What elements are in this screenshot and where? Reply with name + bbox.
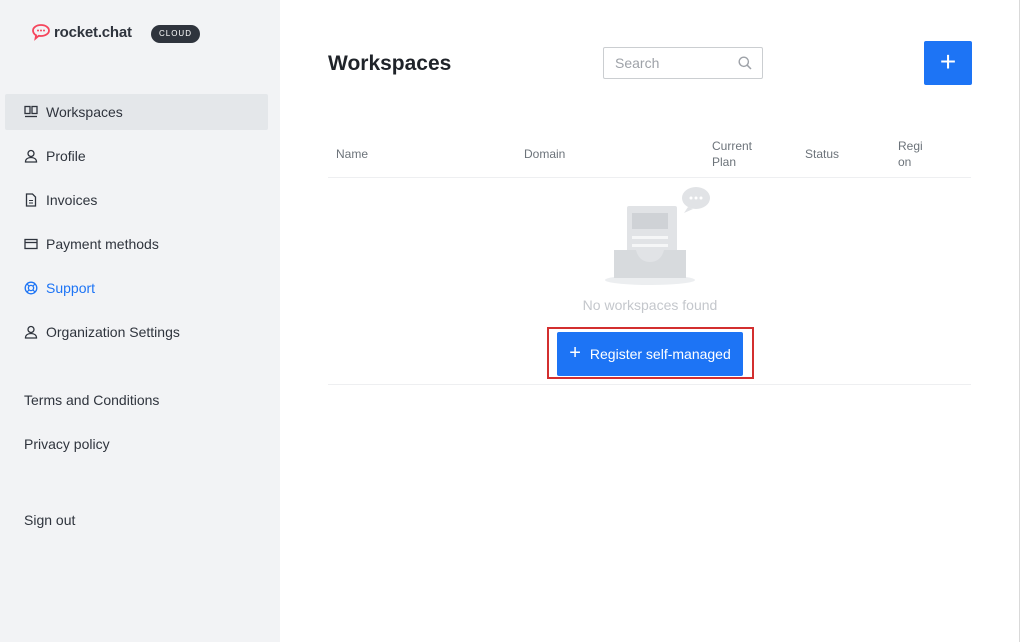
user-icon — [24, 149, 38, 163]
sidebar-item-label: Support — [46, 280, 96, 296]
register-button-label: Register self-managed — [589, 346, 731, 362]
sidebar-item-label: Invoices — [46, 192, 98, 208]
column-header-status[interactable]: Status — [805, 146, 839, 162]
column-header-current-plan[interactable]: Current Plan — [712, 138, 762, 170]
register-self-managed-button[interactable]: + Register self-managed — [557, 332, 743, 376]
empty-inbox-illustration — [605, 187, 710, 285]
sidebar-item-label: Workspaces — [46, 104, 123, 120]
credit-card-icon — [24, 237, 38, 251]
rocketchat-logo-icon — [32, 24, 50, 41]
sidebar-item-workspaces[interactable]: Workspaces — [5, 94, 268, 130]
column-header-name[interactable]: Name — [336, 146, 368, 162]
logo[interactable]: rocket.chat — [31, 22, 132, 42]
table-divider — [328, 384, 971, 385]
sidebar-item-profile[interactable]: Profile — [5, 138, 268, 174]
logo-text: rocket.chat — [54, 23, 132, 41]
sidebar: rocket.chat CLOUD Workspaces Profile Inv… — [0, 0, 280, 642]
empty-state-text: No workspaces found — [582, 297, 718, 313]
user-icon — [24, 325, 38, 339]
column-header-region[interactable]: Region — [898, 138, 926, 170]
sidebar-item-label: Organization Settings — [46, 324, 180, 340]
sidebar-item-label: Payment methods — [46, 236, 159, 252]
search-input[interactable] — [604, 48, 730, 78]
search-icon[interactable] — [738, 56, 752, 70]
sidebar-item-payment-methods[interactable]: Payment methods — [5, 226, 268, 262]
search-box — [603, 47, 763, 79]
sidebar-item-invoices[interactable]: Invoices — [5, 182, 268, 218]
plus-icon: + — [939, 45, 957, 77]
plus-icon: + — [569, 342, 581, 364]
add-workspace-button[interactable]: + — [924, 41, 972, 85]
page-title: Workspaces — [328, 52, 452, 75]
app: rocket.chat CLOUD Workspaces Profile Inv… — [0, 0, 1022, 642]
cloud-badge: CLOUD — [151, 25, 200, 43]
lifebuoy-icon — [24, 281, 38, 295]
table-header: Name Domain Current Plan Status Region — [328, 134, 971, 178]
sidebar-nav: Workspaces Profile Invoices Payment meth… — [5, 94, 268, 358]
sidebar-item-label: Profile — [46, 148, 86, 164]
privacy-link[interactable]: Privacy policy — [24, 436, 110, 452]
workspaces-icon — [24, 105, 38, 119]
sign-out-link[interactable]: Sign out — [24, 512, 75, 528]
column-header-domain[interactable]: Domain — [524, 146, 565, 162]
sidebar-item-support[interactable]: Support — [5, 270, 268, 306]
document-icon — [24, 193, 38, 207]
terms-link[interactable]: Terms and Conditions — [24, 392, 159, 408]
sidebar-item-organization-settings[interactable]: Organization Settings — [5, 314, 268, 350]
